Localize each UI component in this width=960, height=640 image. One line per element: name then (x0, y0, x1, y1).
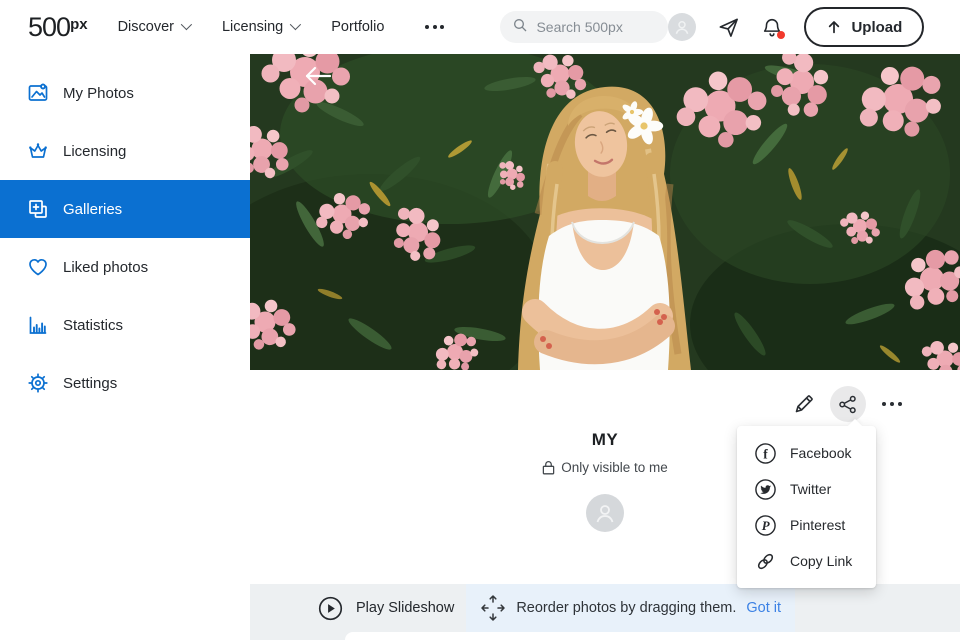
search-icon (512, 17, 528, 38)
lock-icon (542, 461, 555, 475)
stats-icon (26, 313, 50, 337)
crown-icon (26, 139, 50, 163)
sidebar-item-statistics[interactable]: Statistics (0, 296, 250, 354)
upload-arrow-icon (829, 21, 840, 34)
app-window: 500px Discover Licensing Portfolio Searc… (0, 0, 960, 640)
svg-text:f: f (763, 446, 768, 461)
share-facebook[interactable]: f Facebook (737, 435, 876, 471)
twitter-icon (755, 478, 776, 500)
sidebar-item-galleries[interactable]: Galleries (0, 180, 250, 238)
top-navbar: 500px Discover Licensing Portfolio Searc… (0, 0, 960, 54)
bottom-strip (250, 632, 960, 640)
drag-move-icon (481, 595, 506, 621)
person-icon (596, 505, 614, 523)
logo-500px[interactable]: 500px (28, 12, 88, 43)
play-icon (318, 596, 343, 620)
upload-button[interactable]: Upload (804, 7, 925, 47)
reorder-hint: Reorder photos by dragging them. Got it (466, 584, 796, 632)
sidebar-item-liked-photos[interactable]: Liked photos (0, 238, 250, 296)
gallery-cover-photo (250, 54, 960, 370)
share-button[interactable] (829, 386, 866, 422)
heart-icon (26, 255, 50, 279)
bottom-toolbar: Play Slideshow Reorder photos by draggin… (250, 584, 960, 632)
nav-more-icon[interactable] (419, 19, 450, 35)
sidebar-item-my-photos[interactable]: My Photos (0, 64, 250, 122)
sidebar: My Photos Licensing Galleries Liked phot… (0, 54, 250, 640)
share-icon (839, 395, 856, 413)
photos-icon (26, 81, 50, 105)
gallery-visibility: Only visible to me (542, 460, 668, 475)
pinterest-icon: P (755, 514, 776, 536)
nav-item-discover[interactable]: Discover (118, 18, 193, 35)
nav-item-portfolio[interactable]: Portfolio (331, 19, 384, 35)
back-arrow-icon[interactable] (304, 65, 332, 87)
chevron-down-icon (290, 18, 302, 30)
gallery-owner-avatar[interactable] (586, 494, 624, 532)
more-options-icon[interactable] (880, 396, 905, 413)
logo-text: 500 (28, 11, 71, 42)
got-it-link[interactable]: Got it (746, 600, 781, 616)
sidebar-item-settings[interactable]: Settings (0, 354, 250, 412)
link-icon (757, 553, 774, 569)
edit-pencil-icon[interactable] (792, 392, 816, 416)
share-twitter[interactable]: Twitter (737, 471, 876, 507)
person-icon (676, 21, 689, 35)
play-slideshow-button[interactable]: Play Slideshow (318, 596, 454, 621)
search-input[interactable] (536, 19, 657, 35)
sidebar-item-licensing[interactable]: Licensing (0, 122, 250, 180)
share-dropdown-menu: f Facebook Twitter P Pinterest Copy Link (737, 426, 876, 588)
galleries-icon (26, 197, 50, 221)
share-copy-link[interactable]: Copy Link (737, 543, 876, 579)
gear-icon (26, 371, 50, 395)
gallery-actions (250, 370, 960, 422)
nav-item-licensing[interactable]: Licensing (222, 18, 302, 35)
svg-text:P: P (762, 518, 770, 533)
share-pinterest[interactable]: P Pinterest (737, 507, 876, 543)
user-avatar[interactable] (668, 13, 697, 41)
messages-icon[interactable] (717, 16, 740, 39)
search-bar[interactable] (500, 11, 669, 43)
facebook-icon: f (755, 442, 776, 464)
notifications-bell-icon[interactable] (761, 16, 786, 39)
chevron-down-icon (180, 18, 193, 30)
photo-card-edge (345, 632, 960, 640)
main-content: MY Only visible to me f Facebook Twitter… (250, 54, 960, 640)
notification-badge (777, 31, 786, 39)
